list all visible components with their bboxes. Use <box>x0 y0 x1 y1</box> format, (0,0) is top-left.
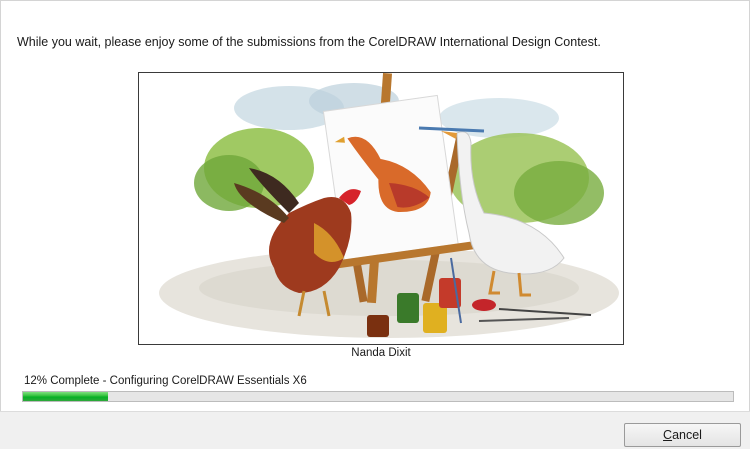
progress-status-text: 12% Complete - Configuring CorelDRAW Ess… <box>24 375 307 387</box>
contest-artwork-image <box>138 72 624 345</box>
cancel-button[interactable]: Cancel <box>624 423 741 447</box>
cancel-mnemonic: C <box>663 428 673 442</box>
intro-text: While you wait, please enjoy some of the… <box>17 35 601 49</box>
progress-bar <box>22 391 734 402</box>
artwork-credit: Nanda Dixit <box>351 347 411 359</box>
cancel-label: ancel <box>672 428 702 442</box>
progress-bar-fill <box>23 392 109 401</box>
